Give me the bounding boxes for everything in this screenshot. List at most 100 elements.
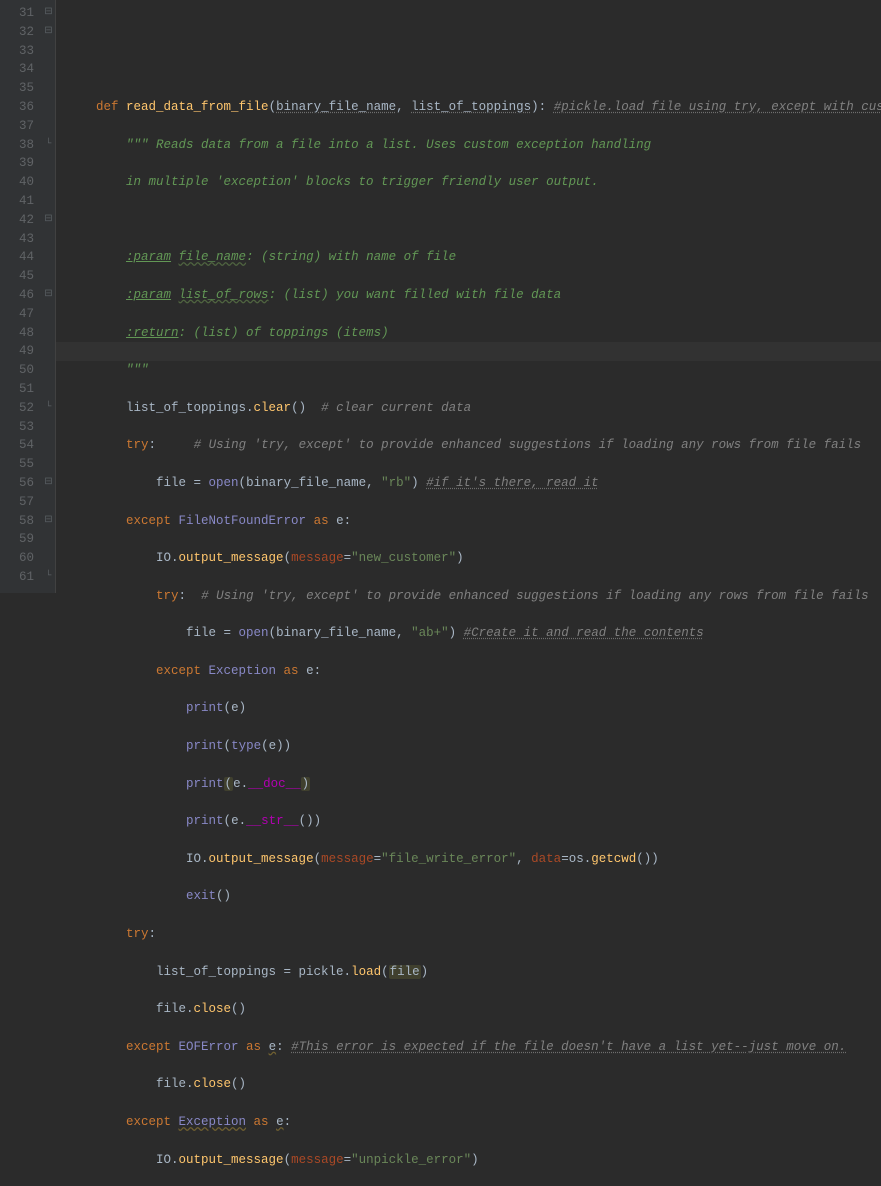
fold-marker[interactable] [42, 549, 55, 568]
code-line[interactable]: """ [66, 361, 881, 380]
code-line[interactable]: :param file_name: (string) with name of … [66, 248, 881, 267]
dunder-str: __str__ [246, 814, 299, 828]
fold-marker[interactable]: └ [42, 136, 55, 155]
string: "rb" [381, 476, 411, 490]
fold-marker[interactable] [42, 98, 55, 117]
line-number: 52 [10, 399, 34, 418]
fold-marker[interactable] [42, 436, 55, 455]
exception-class: FileNotFoundError [179, 514, 307, 528]
code-line[interactable]: in multiple 'exception' blocks to trigge… [66, 173, 881, 192]
code-line[interactable]: file.close() [66, 1000, 881, 1019]
fold-marker[interactable]: ⊟ [42, 211, 55, 230]
code-line[interactable]: :param list_of_rows: (list) you want fil… [66, 286, 881, 305]
code-line[interactable]: IO.output_message(message="new_customer"… [66, 549, 881, 568]
comment: #This error is expected if the file does… [291, 1040, 846, 1054]
keyword-def: def [96, 100, 126, 114]
code-line[interactable]: try: # Using 'try, except' to provide en… [66, 587, 881, 606]
fold-marker[interactable] [42, 305, 55, 324]
code-line[interactable]: file = open(binary_file_name, "ab+") #Cr… [66, 624, 881, 643]
comment: # clear current data [321, 401, 471, 415]
line-number: 48 [10, 324, 34, 343]
fold-marker[interactable]: └ [42, 568, 55, 587]
line-number: 61 [10, 568, 34, 587]
code-line[interactable]: print(e.__str__()) [66, 812, 881, 831]
line-number: 56 [10, 474, 34, 493]
fold-marker[interactable] [42, 79, 55, 98]
usage-highlight: file [389, 965, 421, 979]
fold-marker[interactable]: └ [42, 399, 55, 418]
fold-marker[interactable] [42, 42, 55, 61]
code-editor[interactable]: 3132333435363738394041424344454647484950… [0, 0, 881, 593]
code-line[interactable]: :return: (list) of toppings (items) [66, 324, 881, 343]
line-number: 45 [10, 267, 34, 286]
fold-marker[interactable] [42, 192, 55, 211]
code-line[interactable]: try: [66, 925, 881, 944]
code-line[interactable] [66, 211, 881, 230]
code-line[interactable]: file = open(binary_file_name, "rb") #if … [66, 474, 881, 493]
code-line[interactable]: """ Reads data from a file into a list. … [66, 136, 881, 155]
line-number: 60 [10, 549, 34, 568]
keyword-except: except [156, 664, 209, 678]
fold-marker[interactable] [42, 173, 55, 192]
fold-marker[interactable] [42, 324, 55, 343]
code-line[interactable]: print(e) [66, 699, 881, 718]
fold-marker[interactable] [42, 342, 55, 361]
comment: # Using 'try, except' to provide enhance… [194, 438, 862, 452]
fold-marker[interactable] [42, 230, 55, 249]
keyword-try: try [126, 927, 149, 941]
fold-marker[interactable] [42, 455, 55, 474]
fold-marker[interactable] [42, 418, 55, 437]
code-line[interactable]: except Exception as e: [66, 1113, 881, 1132]
line-number: 34 [10, 60, 34, 79]
docstring: Reads data from a file into a list. Uses… [156, 138, 651, 152]
line-number: 38 [10, 136, 34, 155]
line-number: 44 [10, 248, 34, 267]
fold-marker[interactable]: ⊟ [42, 474, 55, 493]
fold-marker[interactable]: ⊟ [42, 4, 55, 23]
code-line[interactable]: list_of_toppings.clear() # clear current… [66, 399, 881, 418]
code-line[interactable]: IO.output_message(message="unpickle_erro… [66, 1151, 881, 1170]
fold-marker[interactable]: ⊟ [42, 23, 55, 42]
fold-marker[interactable] [42, 117, 55, 136]
code-line[interactable]: print(e.__doc__) [66, 775, 881, 794]
builtin-open: open [209, 476, 239, 490]
current-line-highlight [56, 342, 881, 361]
docstring-param-warn: file_name [179, 250, 247, 264]
code-line[interactable]: except EOFError as e: #This error is exp… [66, 1038, 881, 1057]
code-line[interactable]: except FileNotFoundError as e: [66, 512, 881, 531]
line-number: 55 [10, 455, 34, 474]
fold-marker[interactable] [42, 493, 55, 512]
docstring-tag: :param [126, 250, 171, 264]
fold-marker[interactable] [42, 248, 55, 267]
line-number: 36 [10, 98, 34, 117]
code-line[interactable]: file.close() [66, 1075, 881, 1094]
fold-marker[interactable] [42, 361, 55, 380]
line-number: 39 [10, 154, 34, 173]
docstring-tag: :return [126, 326, 179, 340]
docstring-tag: :param [126, 288, 171, 302]
code-line[interactable]: def read_data_from_file(binary_file_name… [66, 98, 881, 117]
line-number: 33 [10, 42, 34, 61]
line-number: 32 [10, 23, 34, 42]
keyword-except: except [126, 1115, 179, 1129]
fold-marker[interactable] [42, 530, 55, 549]
line-number: 46 [10, 286, 34, 305]
line-number: 40 [10, 173, 34, 192]
fold-marker[interactable] [42, 380, 55, 399]
line-number: 31 [10, 4, 34, 23]
comment: #Create it and read the contents [464, 626, 704, 640]
line-number: 35 [10, 79, 34, 98]
fold-marker[interactable] [42, 60, 55, 79]
code-line[interactable]: except Exception as e: [66, 662, 881, 681]
code-area[interactable]: def read_data_from_file(binary_file_name… [56, 0, 881, 593]
fold-marker[interactable] [42, 154, 55, 173]
fold-marker[interactable] [42, 267, 55, 286]
code-line[interactable]: print(type(e)) [66, 737, 881, 756]
code-line[interactable]: try: # Using 'try, except' to provide en… [66, 436, 881, 455]
fold-marker[interactable]: ⊟ [42, 512, 55, 531]
fold-marker[interactable]: ⊟ [42, 286, 55, 305]
comment: # Using 'try, except' to provide enhance… [201, 589, 869, 603]
code-line[interactable]: IO.output_message(message="file_write_er… [66, 850, 881, 869]
code-line[interactable]: list_of_toppings = pickle.load(file) [66, 963, 881, 982]
code-line[interactable]: exit() [66, 887, 881, 906]
